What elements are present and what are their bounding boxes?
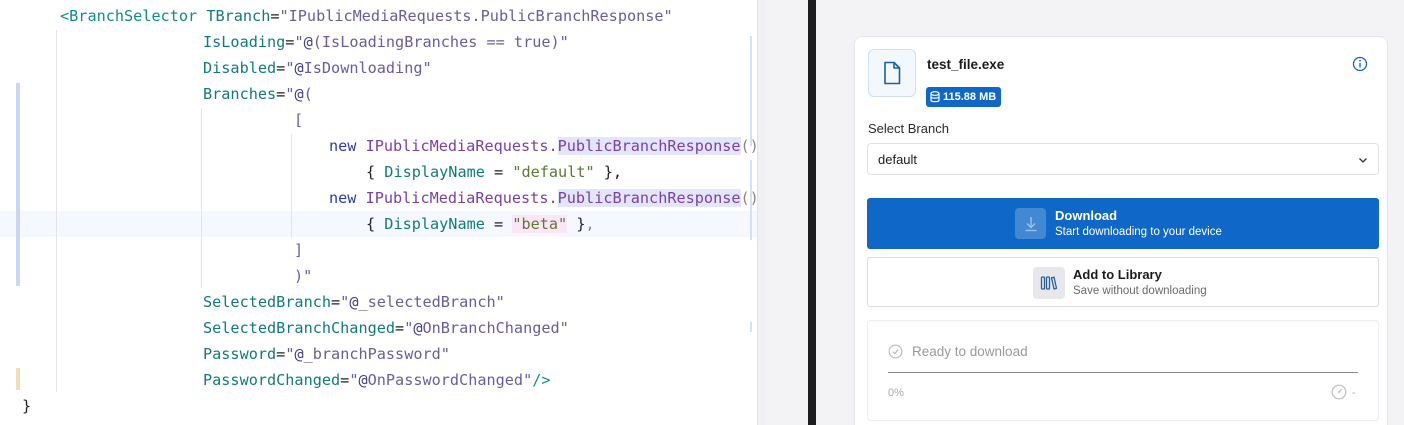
preview-pane: test_file.exe 115.88 MB Select Branch de…: [816, 0, 1404, 425]
check-circle-icon: [888, 344, 903, 359]
chevron-down-icon: [1359, 158, 1367, 163]
file-size-text: 115.88 MB: [943, 91, 997, 103]
code-line-1: <BranchSelector TBranch="IPublicMediaReq…: [60, 7, 673, 25]
code-line-7: { DisplayName = "default" },: [366, 163, 623, 181]
file-size-badge: 115.88 MB: [926, 87, 1002, 107]
download-status-panel: Ready to download 0% -: [867, 320, 1379, 421]
info-icon[interactable]: [1352, 56, 1368, 72]
code-line-4: Branches="@(: [203, 85, 313, 103]
code-line-15: PasswordChanged="@OnPasswordChanged"/>: [203, 371, 551, 389]
code-line-11: )": [294, 267, 313, 285]
code-line-2: IsLoading="@(IsLoadingBranches == true)": [203, 33, 569, 51]
status-text: Ready to download: [912, 344, 1028, 359]
indent-guide: [201, 108, 202, 288]
download-button-title: Download: [1055, 208, 1118, 223]
code-line-8: new IPublicMediaRequests.PublicBranchRes…: [329, 189, 757, 207]
gutter-change-marker: [16, 83, 20, 286]
database-icon: [930, 91, 940, 103]
download-arrow-icon: [1015, 208, 1046, 239]
code-line-9: { DisplayName = "beta" },: [366, 215, 595, 233]
file-card: test_file.exe 115.88 MB Select Branch de…: [854, 36, 1388, 425]
add-to-library-subtitle: Save without downloading: [1073, 285, 1207, 297]
code-line-5: [: [294, 111, 304, 129]
indent-guide: [291, 134, 292, 238]
progress-bar: [888, 372, 1358, 373]
code-line-16: }: [22, 397, 32, 415]
add-to-library-button[interactable]: Add to Library Save without downloading: [867, 257, 1379, 307]
scroll-marker: [750, 322, 752, 332]
code-line-14: Password="@_branchPassword": [203, 345, 450, 363]
file-icon: [868, 49, 916, 97]
code-line-3: Disabled="@IsDownloading": [203, 59, 432, 77]
scroll-marker: [750, 36, 752, 146]
progress-percent: 0%: [888, 387, 904, 399]
file-name: test_file.exe: [927, 57, 1005, 72]
code-line-12: SelectedBranch="@_selectedBranch": [203, 293, 505, 311]
editor-scrollbar[interactable]: [757, 0, 766, 425]
code-line-10: ]: [294, 241, 304, 259]
branch-select-value: default: [878, 151, 918, 167]
select-branch-label: Select Branch: [868, 121, 949, 136]
download-button[interactable]: Download Start downloading to your devic…: [867, 198, 1379, 249]
add-to-library-title: Add to Library: [1073, 267, 1162, 282]
library-books-icon: [1033, 267, 1065, 299]
indent-guide: [56, 30, 57, 392]
code-line-13: SelectedBranchChanged="@OnBranchChanged": [203, 319, 569, 337]
download-speed: -: [1352, 387, 1356, 399]
pane-gap: [766, 0, 808, 425]
code-editor[interactable]: <BranchSelector TBranch="IPublicMediaReq…: [0, 0, 757, 425]
code-line-6: new IPublicMediaRequests.PublicBranchRes…: [329, 137, 757, 155]
speedometer-icon: [1331, 384, 1347, 400]
download-button-subtitle: Start downloading to your device: [1055, 226, 1222, 238]
pane-splitter[interactable]: [808, 0, 816, 425]
branch-select[interactable]: default: [867, 143, 1379, 175]
gutter-change-marker: [16, 368, 20, 390]
